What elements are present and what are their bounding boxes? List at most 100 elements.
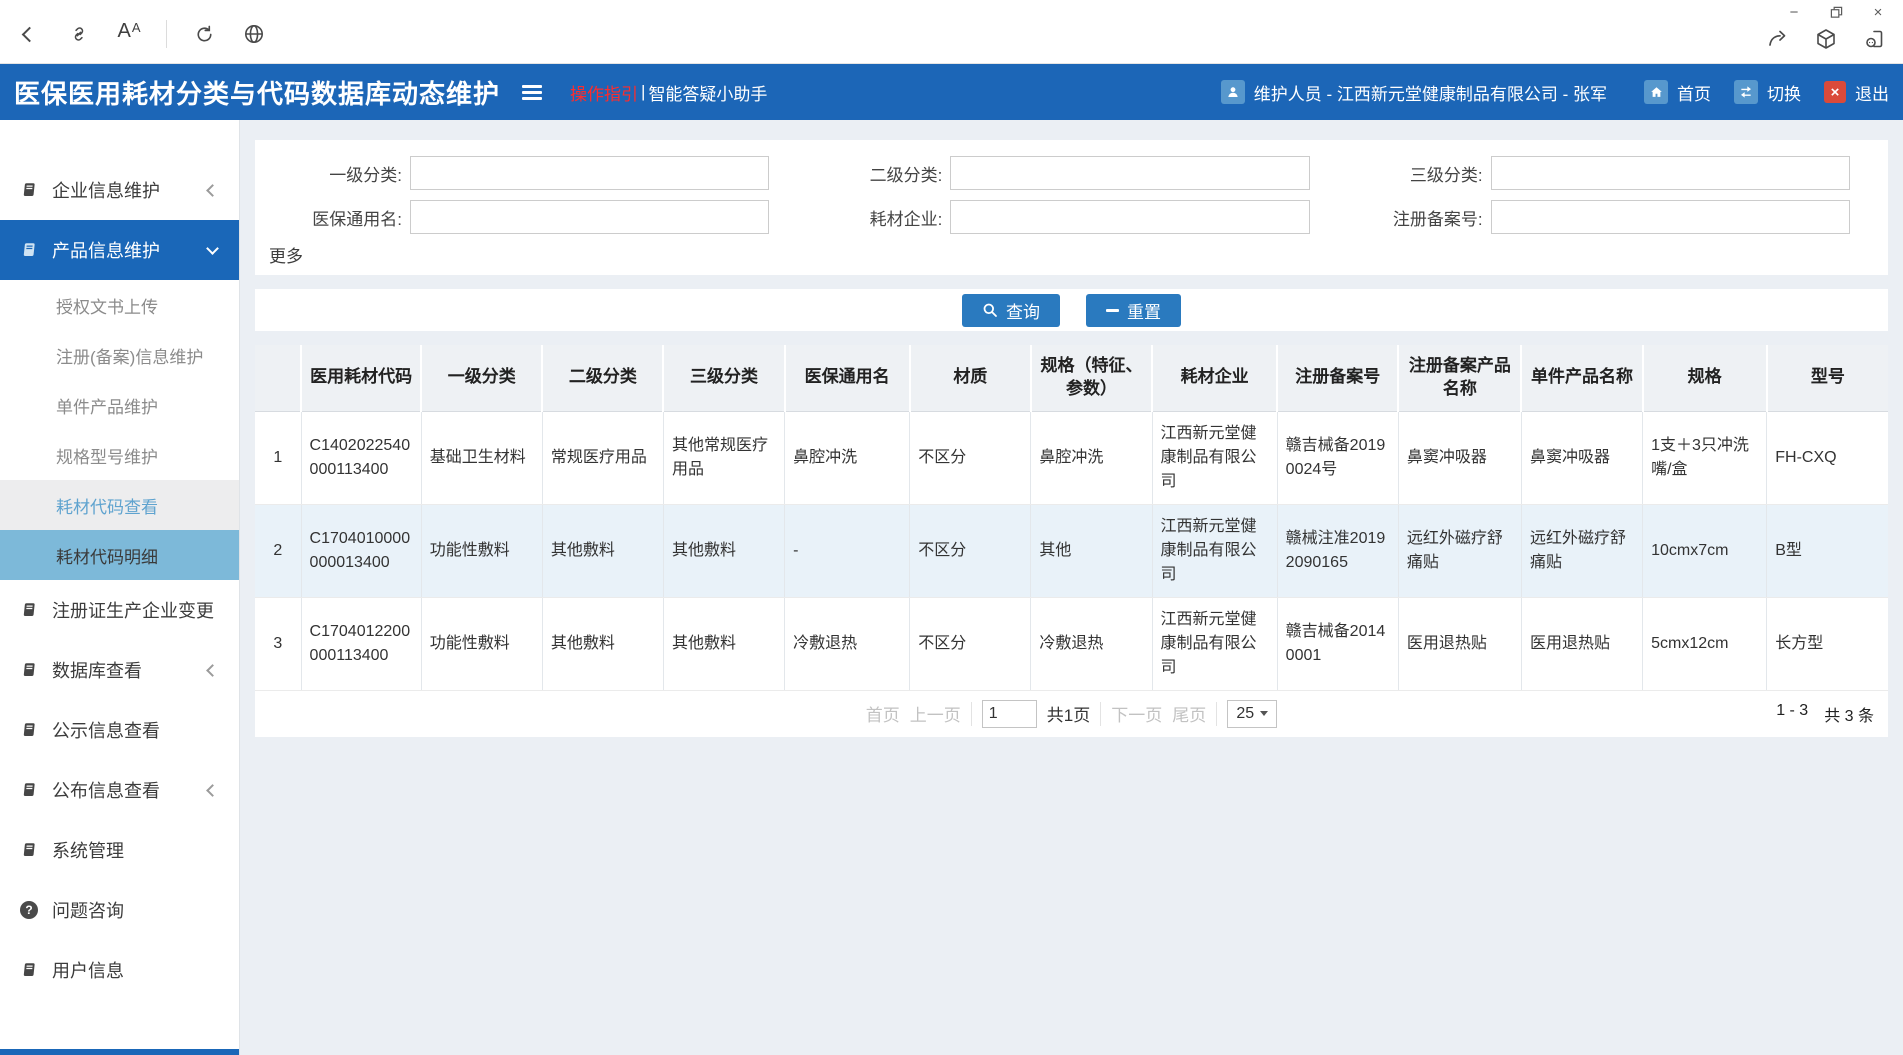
enterprise-input[interactable] <box>950 200 1309 234</box>
reset-button[interactable]: 重置 <box>1086 294 1181 327</box>
table-cell: 10cmx7cm <box>1643 504 1767 597</box>
sidebar-item-user-info[interactable]: 用户信息 <box>0 940 239 1000</box>
toolbar-divider <box>166 20 167 48</box>
sidebar-item-label: 产品信息维护 <box>52 237 160 263</box>
logout-icon[interactable]: × <box>1824 81 1846 103</box>
filter-label: 一级分类: <box>255 161 410 186</box>
sidebar-item-enterprise-info[interactable]: 企业信息维护 <box>0 160 239 220</box>
column-header: 耗材企业 <box>1152 345 1277 411</box>
filter-field-level1: 一级分类: <box>255 156 795 190</box>
exit-window-icon[interactable] <box>1861 26 1887 52</box>
sidebar-item-spec-model[interactable]: 规格型号维护 <box>0 430 239 480</box>
share-icon[interactable] <box>1765 26 1791 52</box>
hamburger-menu-icon[interactable] <box>522 85 542 100</box>
table-cell: - <box>785 504 910 597</box>
logout-link[interactable]: 退出 <box>1855 80 1889 105</box>
table-cell: 5cmx12cm <box>1643 597 1767 690</box>
sidebar-item-label: 问题咨询 <box>52 897 124 923</box>
page-size-select[interactable]: 25 <box>1227 700 1277 728</box>
filter-field-generic-name: 医保通用名: <box>255 200 795 234</box>
total-pages-label: 共1页 <box>1047 701 1090 726</box>
table-cell: 常规医疗用品 <box>542 411 663 504</box>
table-cell: 医用退热贴 <box>1398 597 1521 690</box>
cube-icon[interactable] <box>1813 26 1839 52</box>
sidebar-item-product-info[interactable]: 产品信息维护 <box>0 220 239 280</box>
assistant-link[interactable]: 智能答疑小助手 <box>648 80 767 105</box>
table-cell: 1 <box>255 411 301 504</box>
sidebar-item-publish-info[interactable]: 公布信息查看 <box>0 760 239 820</box>
back-icon[interactable] <box>16 21 42 47</box>
sidebar-item-label: 注册(备案)信息维护 <box>56 343 203 368</box>
table-cell: 1支＋3只冲洗嘴/盒 <box>1643 411 1767 504</box>
book-icon <box>20 661 38 679</box>
first-page-link[interactable]: 首页 <box>866 701 900 726</box>
generic-name-input[interactable] <box>410 200 769 234</box>
refresh-icon[interactable] <box>191 21 217 47</box>
sidebar-item-material-code-detail[interactable]: 耗材代码明细 <box>0 530 239 580</box>
table-cell: 远红外磁疗舒痛贴 <box>1521 504 1642 597</box>
level1-category-input[interactable] <box>410 156 769 190</box>
level2-category-input[interactable] <box>950 156 1309 190</box>
sidebar-item-single-product[interactable]: 单件产品维护 <box>0 380 239 430</box>
home-icon[interactable] <box>1644 80 1668 104</box>
results-table-panel: 医用耗材代码 一级分类 二级分类 三级分类 医保通用名 材质 规格（特征、参数）… <box>255 345 1888 737</box>
close-button[interactable]: × <box>1861 0 1895 24</box>
table-cell: 医用退热贴 <box>1521 597 1642 690</box>
record-range-label: 1 - 3 <box>1776 702 1808 726</box>
header-divider: | <box>641 82 645 102</box>
sidebar-item-label: 公示信息查看 <box>52 717 160 743</box>
filter-label: 三级分类: <box>1336 161 1491 186</box>
last-page-link[interactable]: 尾页 <box>1172 701 1206 726</box>
minus-icon <box>1106 309 1119 312</box>
table-cell: 功能性敷料 <box>421 597 542 690</box>
table-cell: C1704012200000113400 <box>301 597 421 690</box>
sidebar-item-system-management[interactable]: 系统管理 <box>0 820 239 880</box>
book-icon <box>20 601 38 619</box>
link-icon[interactable] <box>66 21 92 47</box>
page-title: 医保医用耗材分类与代码数据库动态维护 <box>14 74 500 111</box>
sidebar-item-register-info[interactable]: 注册(备案)信息维护 <box>0 330 239 380</box>
sidebar-item-database-view[interactable]: 数据库查看 <box>0 640 239 700</box>
globe-icon[interactable] <box>241 21 267 47</box>
switch-link[interactable]: 切换 <box>1767 80 1801 105</box>
column-header: 规格（特征、参数） <box>1031 345 1152 411</box>
book-icon <box>20 841 38 859</box>
home-link[interactable]: 首页 <box>1677 80 1711 105</box>
font-size-icon[interactable]: AA <box>116 21 142 47</box>
level3-category-input[interactable] <box>1491 156 1850 190</box>
page-number-input[interactable] <box>982 700 1037 728</box>
search-icon <box>982 302 998 318</box>
app-header: 医保医用耗材分类与代码数据库动态维护 操作指引 | 智能答疑小助手 维护人员 -… <box>0 64 1903 120</box>
switch-icon[interactable] <box>1734 80 1758 104</box>
search-button[interactable]: 查询 <box>962 294 1060 327</box>
guide-link[interactable]: 操作指引 <box>570 80 638 105</box>
table-cell: 冷敷退热 <box>1031 597 1152 690</box>
table-cell: 鼻腔冲洗 <box>785 411 910 504</box>
filter-label: 注册备案号: <box>1336 205 1491 230</box>
sidebar-item-auth-doc-upload[interactable]: 授权文书上传 <box>0 280 239 330</box>
next-page-link[interactable]: 下一页 <box>1111 701 1162 726</box>
sidebar-item-label: 规格型号维护 <box>56 443 158 468</box>
sidebar-item-publicity-info[interactable]: 公示信息查看 <box>0 700 239 760</box>
sidebar-item-question-consult[interactable]: ? 问题咨询 <box>0 880 239 940</box>
caret-down-icon <box>1260 711 1268 716</box>
minimize-button[interactable]: − <box>1777 0 1811 24</box>
restore-button[interactable] <box>1819 0 1853 24</box>
page-size-value: 25 <box>1236 705 1254 723</box>
chevron-left-icon <box>21 26 37 42</box>
table-cell: 鼻窦冲吸器 <box>1521 411 1642 504</box>
filter-label: 耗材企业: <box>795 205 950 230</box>
sidebar-item-register-cert-change[interactable]: 注册证生产企业变更 <box>0 580 239 640</box>
register-no-input[interactable] <box>1491 200 1850 234</box>
table-header-row: 医用耗材代码 一级分类 二级分类 三级分类 医保通用名 材质 规格（特征、参数）… <box>255 345 1888 411</box>
prev-page-link[interactable]: 上一页 <box>910 701 961 726</box>
table-cell: 不区分 <box>910 411 1031 504</box>
user-info-label: 维护人员 - 江西新元堂健康制品有限公司 - 张军 <box>1254 80 1607 105</box>
sidebar-item-material-code-view[interactable]: 耗材代码查看 <box>0 480 239 530</box>
more-link[interactable]: 更多 <box>269 242 303 267</box>
column-header: 医用耗材代码 <box>301 345 421 411</box>
column-header: 三级分类 <box>663 345 784 411</box>
sidebar-item-label: 单件产品维护 <box>56 393 158 418</box>
chevron-left-icon <box>206 784 219 797</box>
main-content: 一级分类: 二级分类: 三级分类: 医保通用名: 耗材企业: <box>240 120 1903 1055</box>
